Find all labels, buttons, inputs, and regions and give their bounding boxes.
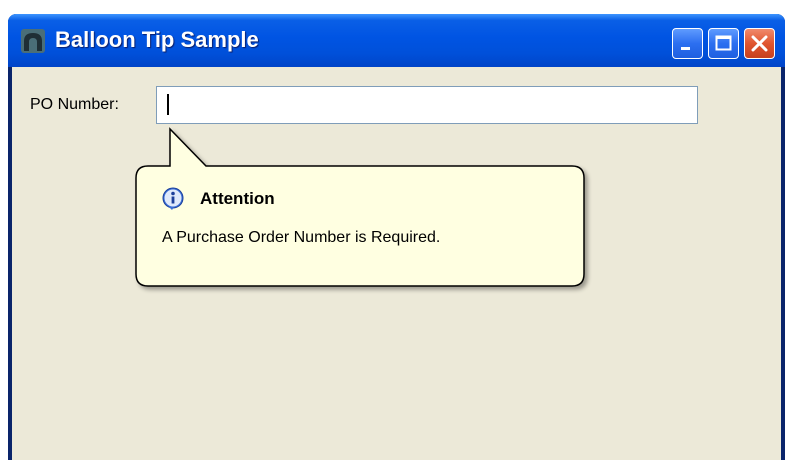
- title-bar[interactable]: Balloon Tip Sample: [8, 14, 785, 67]
- text-caret: [167, 94, 169, 115]
- po-number-input[interactable]: [156, 86, 698, 124]
- maximize-button[interactable]: [708, 28, 739, 59]
- window-client-area: PO Number: Attention A Purchase Order Nu…: [12, 67, 781, 460]
- minimize-button[interactable]: [672, 28, 703, 59]
- maximize-icon: [715, 35, 732, 51]
- info-icon: [162, 187, 184, 210]
- close-button[interactable]: [744, 28, 775, 59]
- close-icon: [751, 35, 768, 52]
- po-number-label: PO Number:: [30, 96, 119, 113]
- balloon-title: Attention: [200, 189, 275, 208]
- minimize-icon: [681, 47, 690, 50]
- app-arch-icon: [21, 29, 45, 53]
- balloon-tip: [135, 127, 585, 287]
- balloon-message: A Purchase Order Number is Required.: [162, 229, 441, 246]
- window-title: Balloon Tip Sample: [55, 27, 259, 52]
- app-window: Balloon Tip Sample PO Number: Attention …: [8, 14, 785, 460]
